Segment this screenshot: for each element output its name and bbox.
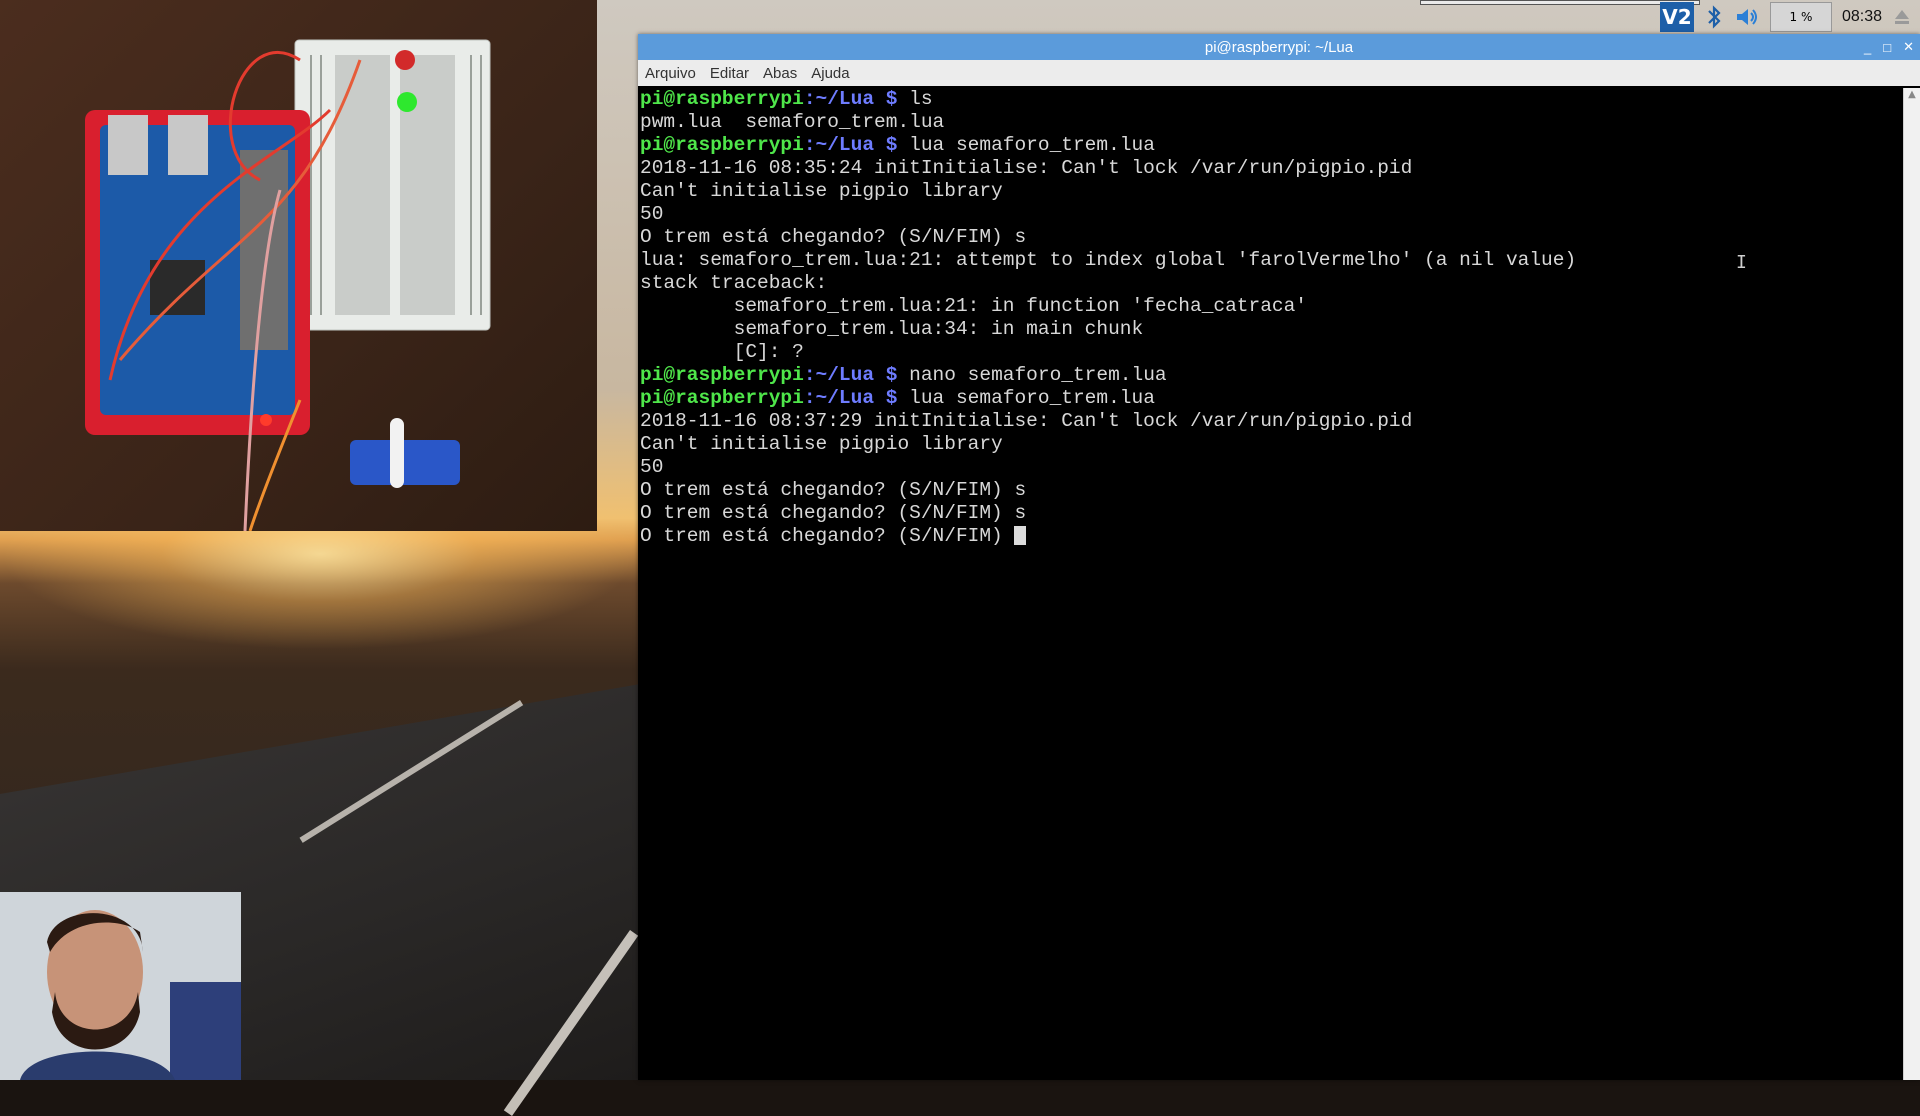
terminal-line: 50 bbox=[640, 456, 1902, 479]
output-text: semaforo_trem.lua:21: in function 'fecha… bbox=[640, 295, 1308, 317]
terminal-line: O trem está chegando? (S/N/FIM) s bbox=[640, 226, 1902, 249]
window-titlebar[interactable]: pi@raspberrypi: ~/Lua _ □ ✕ bbox=[638, 34, 1920, 60]
menu-bar: Arquivo Editar Abas Ajuda bbox=[638, 60, 1920, 86]
window-controls: _ □ ✕ bbox=[1864, 34, 1914, 60]
terminal-line: lua: semaforo_trem.lua:21: attempt to in… bbox=[640, 249, 1902, 272]
menu-editar[interactable]: Editar bbox=[703, 65, 756, 82]
terminal-scrollbar[interactable]: ▲ bbox=[1903, 88, 1920, 1080]
output-text: pwm.lua semaforo_trem.lua bbox=[640, 111, 945, 133]
output-text: Can't initialise pigpio library bbox=[640, 433, 1003, 455]
command-text: nano semaforo_trem.lua bbox=[897, 364, 1167, 386]
scroll-up-icon[interactable]: ▲ bbox=[1904, 88, 1920, 102]
terminal-line: pwm.lua semaforo_trem.lua bbox=[640, 111, 1902, 134]
output-text: Can't initialise pigpio library bbox=[640, 180, 1003, 202]
terminal-line: Can't initialise pigpio library bbox=[640, 180, 1902, 203]
terminal-line: pi@raspberrypi:~/Lua $ nano semaforo_tre… bbox=[640, 364, 1902, 387]
terminal-line: O trem está chegando? (S/N/FIM) s bbox=[640, 479, 1902, 502]
output-text: O trem está chegando? (S/N/FIM) s bbox=[640, 502, 1027, 524]
maximize-button[interactable]: □ bbox=[1883, 40, 1891, 55]
menu-arquivo[interactable]: Arquivo bbox=[638, 65, 703, 82]
volume-icon[interactable] bbox=[1734, 2, 1760, 32]
breadboard-illustration bbox=[85, 39, 491, 531]
terminal-output[interactable]: pi@raspberrypi:~/Lua $ ls pwm.lua semafor… bbox=[640, 88, 1902, 1080]
output-text: [C]: ? bbox=[640, 341, 804, 363]
command-text: lua semaforo_trem.lua bbox=[897, 387, 1155, 409]
window-title: pi@raspberrypi: ~/Lua bbox=[1204, 38, 1354, 56]
output-text: 2018-11-16 08:37:29 initInitialise: Can'… bbox=[640, 410, 1413, 432]
eject-icon[interactable] bbox=[1892, 2, 1912, 32]
board-camera-feed bbox=[0, 0, 597, 531]
output-text: 50 bbox=[640, 456, 664, 478]
bluetooth-icon[interactable] bbox=[1704, 2, 1724, 32]
output-text: O trem está chegando? (S/N/FIM) s bbox=[640, 226, 1027, 248]
output-text: O trem está chegando? (S/N/FIM) s bbox=[640, 479, 1027, 501]
output-text: lua: semaforo_trem.lua:21: attempt to in… bbox=[640, 249, 1577, 271]
prompt-path: :~/Lua $ bbox=[803, 134, 898, 156]
prompt-user: pi@raspberrypi bbox=[640, 364, 804, 386]
prompt-user: pi@raspberrypi bbox=[640, 387, 804, 409]
terminal-line: O trem está chegando? (S/N/FIM) s bbox=[640, 502, 1902, 525]
output-text: semaforo_trem.lua:34: in main chunk bbox=[640, 318, 1144, 340]
output-text: 50 bbox=[640, 203, 664, 225]
clock[interactable]: 08:38 bbox=[1842, 2, 1882, 32]
close-button[interactable]: ✕ bbox=[1903, 39, 1914, 55]
prompt-user: pi@raspberrypi bbox=[640, 88, 804, 110]
terminal-line: pi@raspberrypi:~/Lua $ ls bbox=[640, 88, 1902, 111]
prompt-path: :~/Lua $ bbox=[803, 88, 898, 110]
terminal-line: pi@raspberrypi:~/Lua $ lua semaforo_trem… bbox=[640, 134, 1902, 157]
terminal-line: O trem está chegando? (S/N/FIM) bbox=[640, 525, 1902, 548]
command-text: lua semaforo_trem.lua bbox=[897, 134, 1155, 156]
menu-ajuda[interactable]: Ajuda bbox=[804, 65, 856, 82]
prompt-user: pi@raspberrypi bbox=[640, 134, 804, 156]
prompt-path: :~/Lua $ bbox=[803, 387, 898, 409]
text-cursor-icon: I bbox=[1736, 252, 1747, 273]
terminal-line: semaforo_trem.lua:34: in main chunk bbox=[640, 318, 1902, 341]
terminal-line: 2018-11-16 08:35:24 initInitialise: Can'… bbox=[640, 157, 1902, 180]
system-tray: V2 1 % 08:38 bbox=[1659, 0, 1920, 34]
prompt-path: :~/Lua $ bbox=[803, 364, 898, 386]
menu-abas[interactable]: Abas bbox=[756, 65, 804, 82]
terminal-line: 50 bbox=[640, 203, 1902, 226]
terminal-line: Can't initialise pigpio library bbox=[640, 433, 1902, 456]
terminal-line: pi@raspberrypi:~/Lua $ lua semaforo_trem… bbox=[640, 387, 1902, 410]
vnc-icon[interactable]: V2 bbox=[1659, 2, 1694, 32]
terminal-window: pi@raspberrypi: ~/Lua _ □ ✕ Arquivo Edit… bbox=[638, 34, 1920, 1080]
minimize-button[interactable]: _ bbox=[1864, 40, 1871, 55]
output-text: stack traceback: bbox=[640, 272, 828, 294]
output-text: O trem está chegando? (S/N/FIM) bbox=[640, 525, 1015, 547]
cpu-monitor[interactable]: 1 % bbox=[1769, 2, 1832, 32]
terminal-line: [C]: ? bbox=[640, 341, 1902, 364]
panel-input-strip[interactable] bbox=[1420, 0, 1700, 5]
command-text: ls bbox=[897, 88, 933, 110]
terminal-line: stack traceback: bbox=[640, 272, 1902, 295]
terminal-line: semaforo_trem.lua:21: in function 'fecha… bbox=[640, 295, 1902, 318]
presenter-illustration bbox=[0, 892, 241, 1080]
output-text: 2018-11-16 08:35:24 initInitialise: Can'… bbox=[640, 157, 1413, 179]
terminal-line: 2018-11-16 08:37:29 initInitialise: Can'… bbox=[640, 410, 1902, 433]
webcam-feed bbox=[0, 892, 241, 1080]
terminal-cursor bbox=[1014, 526, 1027, 546]
